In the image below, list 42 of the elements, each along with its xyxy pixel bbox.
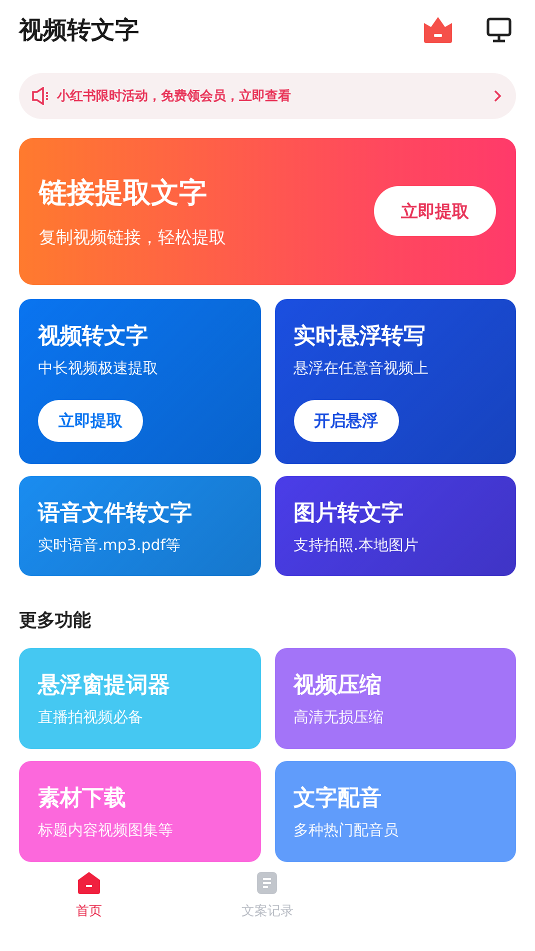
- document-icon: [257, 872, 278, 894]
- card-subtitle: 高清无损压缩: [294, 708, 384, 727]
- tab-label: 文案记录: [241, 903, 294, 920]
- tool-card[interactable]: 图片转文字 支持拍照.本地图片: [274, 476, 516, 576]
- card-subtitle: 中长视频极速提取: [38, 359, 159, 378]
- crown-icon[interactable]: [424, 17, 452, 44]
- card-title: 语音文件转文字: [38, 500, 193, 528]
- card-subtitle: 支持拍照.本地图片: [294, 536, 420, 555]
- card-subtitle: 多种热门配音员: [294, 821, 400, 840]
- card-button[interactable]: 开启悬浮: [294, 400, 398, 442]
- nav-tab[interactable]: 首页: [0, 862, 178, 951]
- extract-button[interactable]: 立即提取: [374, 186, 496, 236]
- card-title: 悬浮窗提词器: [38, 672, 171, 700]
- card-title: 素材下载: [38, 785, 127, 813]
- card-subtitle: 复制视频链接，轻松提取: [39, 226, 226, 249]
- card-title: 实时悬浮转写: [294, 323, 426, 351]
- link-extract-card[interactable]: 链接提取文字 复制视频链接，轻松提取 立即提取: [19, 138, 516, 285]
- tool-card[interactable]: 视频压缩 高清无损压缩: [274, 648, 516, 749]
- card-title: 文字配音: [294, 784, 382, 813]
- speaker-icon: [31, 86, 51, 105]
- card-subtitle: 直播拍视频必备: [38, 708, 144, 727]
- card-title: 视频转文字: [38, 322, 149, 351]
- tool-card[interactable]: 视频转文字 中长视频极速提取 立即提取: [19, 299, 260, 464]
- home-icon: [78, 872, 100, 894]
- card-subtitle: 悬浮在任意音视频上: [294, 359, 430, 378]
- card-title: 链接提取文字: [39, 174, 208, 211]
- tool-card[interactable]: 文字配音 多种热门配音员: [274, 761, 516, 862]
- notice-banner[interactable]: 小红书限时活动，免费领会员，立即查看: [19, 72, 516, 119]
- chevron-right-icon: [494, 90, 502, 102]
- card-title: 图片转文字: [294, 500, 404, 528]
- monitor-icon[interactable]: [486, 17, 512, 44]
- card-title: 视频压缩: [294, 672, 382, 700]
- tab-label: 首页: [76, 903, 102, 920]
- tool-card[interactable]: 实时悬浮转写 悬浮在任意音视频上 开启悬浮: [274, 299, 516, 464]
- tool-card[interactable]: 语音文件转文字 实时语音.mp3.pdf等: [19, 476, 260, 576]
- section-title: 更多功能: [19, 609, 92, 632]
- app-title: 视频转文字: [19, 15, 139, 46]
- card-button[interactable]: 立即提取: [38, 400, 143, 442]
- notice-text: 小红书限时活动，免费领会员，立即查看: [57, 88, 292, 105]
- card-subtitle: 实时语音.mp3.pdf等: [38, 536, 182, 555]
- tool-card[interactable]: 素材下载 标题内容视频图集等: [19, 761, 260, 862]
- card-subtitle: 标题内容视频图集等: [38, 821, 174, 840]
